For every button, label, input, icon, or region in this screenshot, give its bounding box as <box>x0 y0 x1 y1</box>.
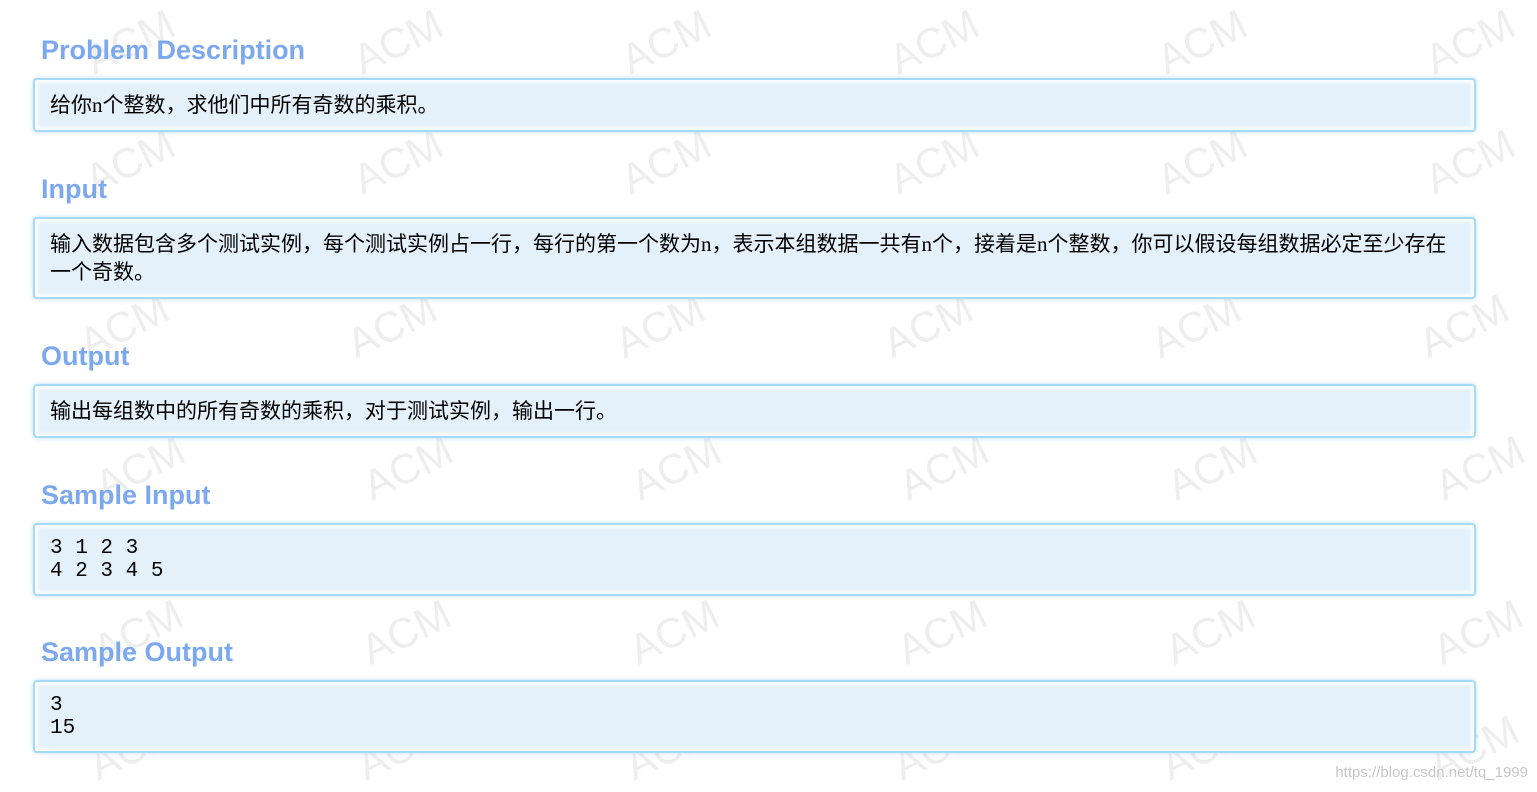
sample-output-line: 3 <box>50 694 63 717</box>
output-panel: 输出每组数中的所有奇数的乘积，对于测试实例，输出一行。 <box>33 384 1476 438</box>
input-section: Input 输入数据包含多个测试实例，每个测试实例占一行，每行的第一个数为n，表… <box>0 173 1480 299</box>
sample-output-title: Sample Output <box>41 637 234 667</box>
output-section: Output 输出每组数中的所有奇数的乘积，对于测试实例，输出一行。 <box>0 340 1480 438</box>
sample-input-panel: 3 1 2 3 4 2 3 4 5 <box>33 523 1476 596</box>
input-panel: 输入数据包含多个测试实例，每个测试实例占一行，每行的第一个数为n，表示本组数据一… <box>33 217 1476 299</box>
problem-description-section: Problem Description 给你n个整数，求他们中所有奇数的乘积。 <box>0 34 1480 132</box>
sample-input-line: 4 2 3 4 5 <box>50 560 164 583</box>
input-text-line: 一个奇数。 <box>50 260 155 284</box>
sample-input-title: Sample Input <box>41 480 211 510</box>
csdn-watermark: https://blog.csdn.net/tq_1999 <box>1335 764 1528 781</box>
output-title: Output <box>41 341 130 371</box>
sample-input-line: 3 1 2 3 <box>50 537 139 560</box>
sample-output-line: 15 <box>50 717 76 740</box>
problem-description-panel: 给你n个整数，求他们中所有奇数的乘积。 <box>33 78 1476 132</box>
problem-description-text: 给你n个整数，求他们中所有奇数的乘积。 <box>50 93 439 117</box>
sample-output-section: Sample Output 3 15 <box>0 636 1480 753</box>
output-text: 输出每组数中的所有奇数的乘积，对于测试实例，输出一行。 <box>50 399 617 423</box>
input-text-line: 输入数据包含多个测试实例，每个测试实例占一行，每行的第一个数为n，表示本组数据一… <box>50 232 1447 256</box>
sample-output-panel: 3 15 <box>33 680 1476 753</box>
sample-input-section: Sample Input 3 1 2 3 4 2 3 4 5 <box>0 479 1480 596</box>
input-title: Input <box>41 174 107 204</box>
problem-description-title: Problem Description <box>41 35 306 65</box>
